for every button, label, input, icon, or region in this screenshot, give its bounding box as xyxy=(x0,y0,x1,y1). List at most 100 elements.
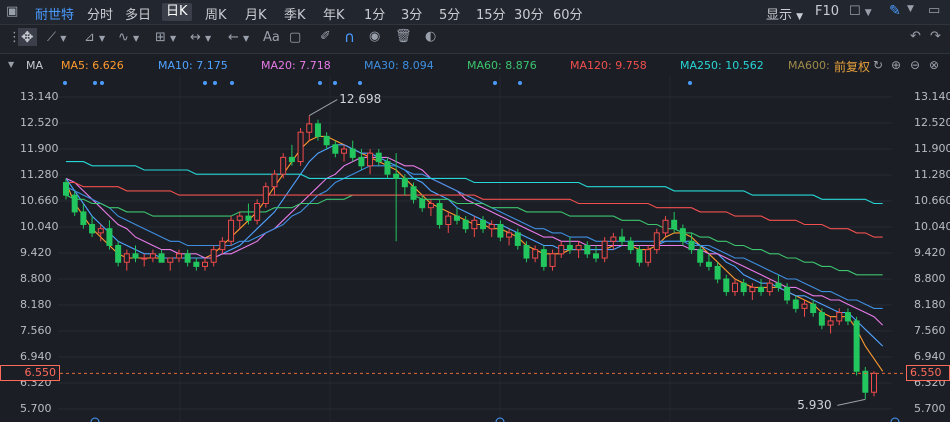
candle-body xyxy=(288,156,295,163)
redo-icon[interactable]: ↷ xyxy=(930,29,941,44)
candle-body xyxy=(610,236,617,242)
candle-body xyxy=(514,232,521,246)
measure-tool-icon[interactable]: ↔ ▼ xyxy=(190,30,211,45)
candle-body xyxy=(506,232,513,238)
f10-button[interactable]: F10 xyxy=(815,4,839,19)
candle-body xyxy=(749,286,756,293)
tab-period-2[interactable]: 日K xyxy=(162,3,192,21)
candle-body xyxy=(488,223,495,230)
candle-body xyxy=(367,152,374,167)
tab-period-6[interactable]: 年K xyxy=(323,4,345,23)
candle-body xyxy=(540,249,547,267)
pen-icon[interactable]: ✎ xyxy=(889,3,901,19)
comment-tool-icon[interactable]: ▢ xyxy=(289,30,301,45)
fib-tool-icon[interactable]: ⊿ ▼ xyxy=(84,30,105,45)
tab-period-3[interactable]: 周K xyxy=(205,4,227,23)
magnet-icon[interactable]: ∩ xyxy=(344,28,355,46)
y-tick-left-8: 8.180 xyxy=(20,298,52,311)
candle-body xyxy=(297,131,304,163)
window-icon[interactable]: ▭ xyxy=(928,3,940,18)
trash-icon[interactable]: 🗑 xyxy=(395,29,412,44)
candle-body xyxy=(653,232,660,251)
candle-body xyxy=(453,215,460,221)
tab-period-11[interactable]: 30分 xyxy=(514,4,544,23)
candle-body xyxy=(175,253,182,259)
add-icon[interactable]: ⊕ xyxy=(891,58,901,72)
display-dropdown[interactable]: 显示 ▼ xyxy=(766,4,803,23)
high-label: 12.698 xyxy=(339,91,382,106)
toggle-icon[interactable]: ◐ xyxy=(425,29,436,44)
candle-body xyxy=(419,198,426,209)
undo-icon[interactable]: ↶ xyxy=(910,29,921,44)
candle-body xyxy=(149,253,156,259)
candle-body xyxy=(202,261,209,267)
candle-body xyxy=(827,320,834,326)
candle-body xyxy=(314,123,321,137)
candle-body xyxy=(132,253,139,259)
tab-period-8[interactable]: 3分 xyxy=(401,4,422,23)
ma60-label: MA60: 8.876 xyxy=(467,59,537,72)
y-tick-left-0: 13.140 xyxy=(20,90,59,103)
candle-body xyxy=(349,148,356,158)
collapse-icon[interactable]: ▼ xyxy=(8,60,14,69)
refresh-icon[interactable]: ↻ xyxy=(873,58,883,72)
ma30-label: MA30: 8.094 xyxy=(364,59,434,72)
candle-body xyxy=(80,211,87,225)
candle-body xyxy=(758,286,765,293)
tab-period-9[interactable]: 5分 xyxy=(439,4,460,23)
ma-line-ma250 xyxy=(66,161,883,205)
candle-body xyxy=(462,219,469,230)
tab-period-0[interactable]: 分时 xyxy=(87,4,113,23)
y-tick-right-0: 13.140 xyxy=(914,90,950,103)
candle-body xyxy=(801,303,808,309)
tab-period-10[interactable]: 15分 xyxy=(476,4,506,23)
candle-body xyxy=(167,257,174,263)
remove-icon[interactable]: ⊖ xyxy=(910,58,920,72)
candle-body xyxy=(662,219,669,234)
brush-icon[interactable]: ✐ xyxy=(320,29,331,44)
indicator-name[interactable]: MA xyxy=(26,59,43,72)
y-tick-left-7: 8.800 xyxy=(20,272,52,285)
arrow-tool-icon[interactable]: ← ▼ xyxy=(228,30,249,45)
tab-period-4[interactable]: 月K xyxy=(245,4,267,23)
tab-period-5[interactable]: 季K xyxy=(284,4,306,23)
adjust-mode[interactable]: 前复权 xyxy=(834,58,870,75)
tab-period-1[interactable]: 多日 xyxy=(125,4,151,23)
candle-body xyxy=(436,203,443,225)
event-marker xyxy=(358,81,362,85)
eye-icon[interactable]: ◉ xyxy=(369,29,380,44)
candle-body xyxy=(410,186,417,200)
y-tick-right-7: 8.800 xyxy=(914,272,946,285)
candle-body xyxy=(228,219,235,242)
text-tool-icon[interactable]: Aa xyxy=(263,30,280,45)
stock-name[interactable]: 耐世特 xyxy=(35,4,74,23)
pen-chevron-icon[interactable]: ▼ xyxy=(907,4,914,14)
line-tool-icon[interactable]: ⟋ ▼ xyxy=(47,30,66,45)
candle-body xyxy=(697,249,704,263)
high-callout-line xyxy=(309,99,338,116)
candle-body xyxy=(71,194,78,213)
candle-body xyxy=(427,203,434,209)
close-icon[interactable]: ⊗ xyxy=(929,58,939,72)
tab-period-12[interactable]: 60分 xyxy=(553,4,583,23)
sidebar-toggle-icon[interactable]: ▣ xyxy=(6,4,18,19)
candle-body xyxy=(688,240,695,251)
crosshair-tool-icon[interactable]: ✥ xyxy=(18,28,37,46)
candlestick-chart[interactable] xyxy=(0,76,950,422)
candle-body xyxy=(636,249,643,263)
candle-body xyxy=(792,299,799,309)
ma5-label: MA5: 6.626 xyxy=(61,59,124,72)
chevron-down-icon: ▼ xyxy=(796,12,804,22)
candle-body xyxy=(375,152,382,163)
candle-body xyxy=(106,228,113,246)
layout-icon[interactable]: ☐ ▼ xyxy=(849,4,872,19)
channel-tool-icon[interactable]: ⊞ ▼ xyxy=(155,30,176,45)
ma20-label: MA20: 7.718 xyxy=(261,59,331,72)
ma120-label: MA120: 9.758 xyxy=(570,59,647,72)
current-price-left: 6.550 xyxy=(0,365,60,382)
candle-body xyxy=(89,223,96,234)
wave-tool-icon[interactable]: ∿ ▼ xyxy=(118,30,139,45)
tab-period-7[interactable]: 1分 xyxy=(364,4,385,23)
y-tick-right-4: 10.660 xyxy=(914,194,950,207)
ma-legend-bar: ▼ MA MA5: 6.626 MA10: 7.175 MA20: 7.718 … xyxy=(0,54,950,76)
